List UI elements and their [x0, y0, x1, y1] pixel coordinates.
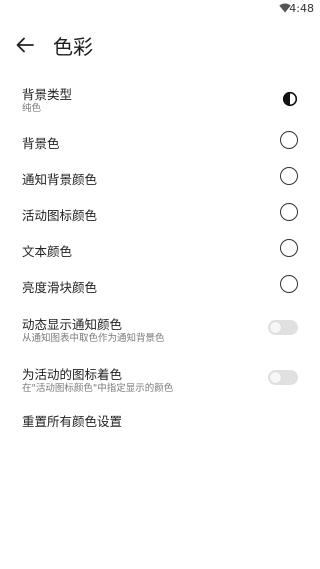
color-swatch: [280, 131, 298, 149]
setting-label: 通知背景颜色: [22, 172, 98, 187]
setting-label: 活动图标颜色: [22, 208, 98, 223]
setting-label: 背景色: [22, 136, 60, 151]
page-title: 色彩: [53, 35, 93, 59]
arrow-left-icon[interactable]: [13, 33, 37, 57]
setting-notification-background-color[interactable]: 通知背景颜色: [0, 166, 320, 188]
setting-dynamic-notification-color[interactable]: 动态显示通知颜色 从通知图表中取色作为通知背景色: [0, 312, 320, 348]
setting-text-color[interactable]: 文本颜色: [0, 238, 320, 260]
color-swatch: [280, 167, 298, 185]
dynamic-notification-toggle[interactable]: [268, 320, 298, 335]
setting-tint-active-icons[interactable]: 为活动的图标着色 在"活动图标颜色"中指定显示的颜色: [0, 362, 320, 398]
color-swatch: [280, 239, 298, 257]
app-bar: 色彩: [0, 22, 320, 68]
setting-description: 从通知图表中取色作为通知背景色: [22, 333, 165, 344]
toggle-knob: [270, 372, 281, 383]
status-time: 4:48: [289, 2, 314, 15]
setting-value: 纯色: [22, 103, 42, 114]
tint-active-icons-toggle[interactable]: [268, 370, 298, 385]
contrast-icon: [282, 91, 298, 107]
setting-label: 文本颜色: [22, 244, 73, 259]
setting-description: 在"活动图标颜色"中指定显示的颜色: [22, 383, 174, 394]
status-bar: 4:48: [0, 0, 320, 18]
setting-brightness-slider-color[interactable]: 亮度滑块颜色: [0, 274, 320, 296]
setting-active-icon-color[interactable]: 活动图标颜色: [0, 202, 320, 224]
setting-reset-colors[interactable]: 重置所有颜色设置: [0, 408, 320, 430]
setting-background-color[interactable]: 背景色: [0, 130, 320, 152]
color-swatch: [280, 275, 298, 293]
color-swatch: [280, 203, 298, 221]
setting-label: 重置所有颜色设置: [22, 414, 123, 429]
setting-background-type[interactable]: 背景类型 纯色: [0, 80, 320, 118]
toggle-knob: [270, 322, 281, 333]
setting-label: 亮度滑块颜色: [22, 280, 98, 295]
